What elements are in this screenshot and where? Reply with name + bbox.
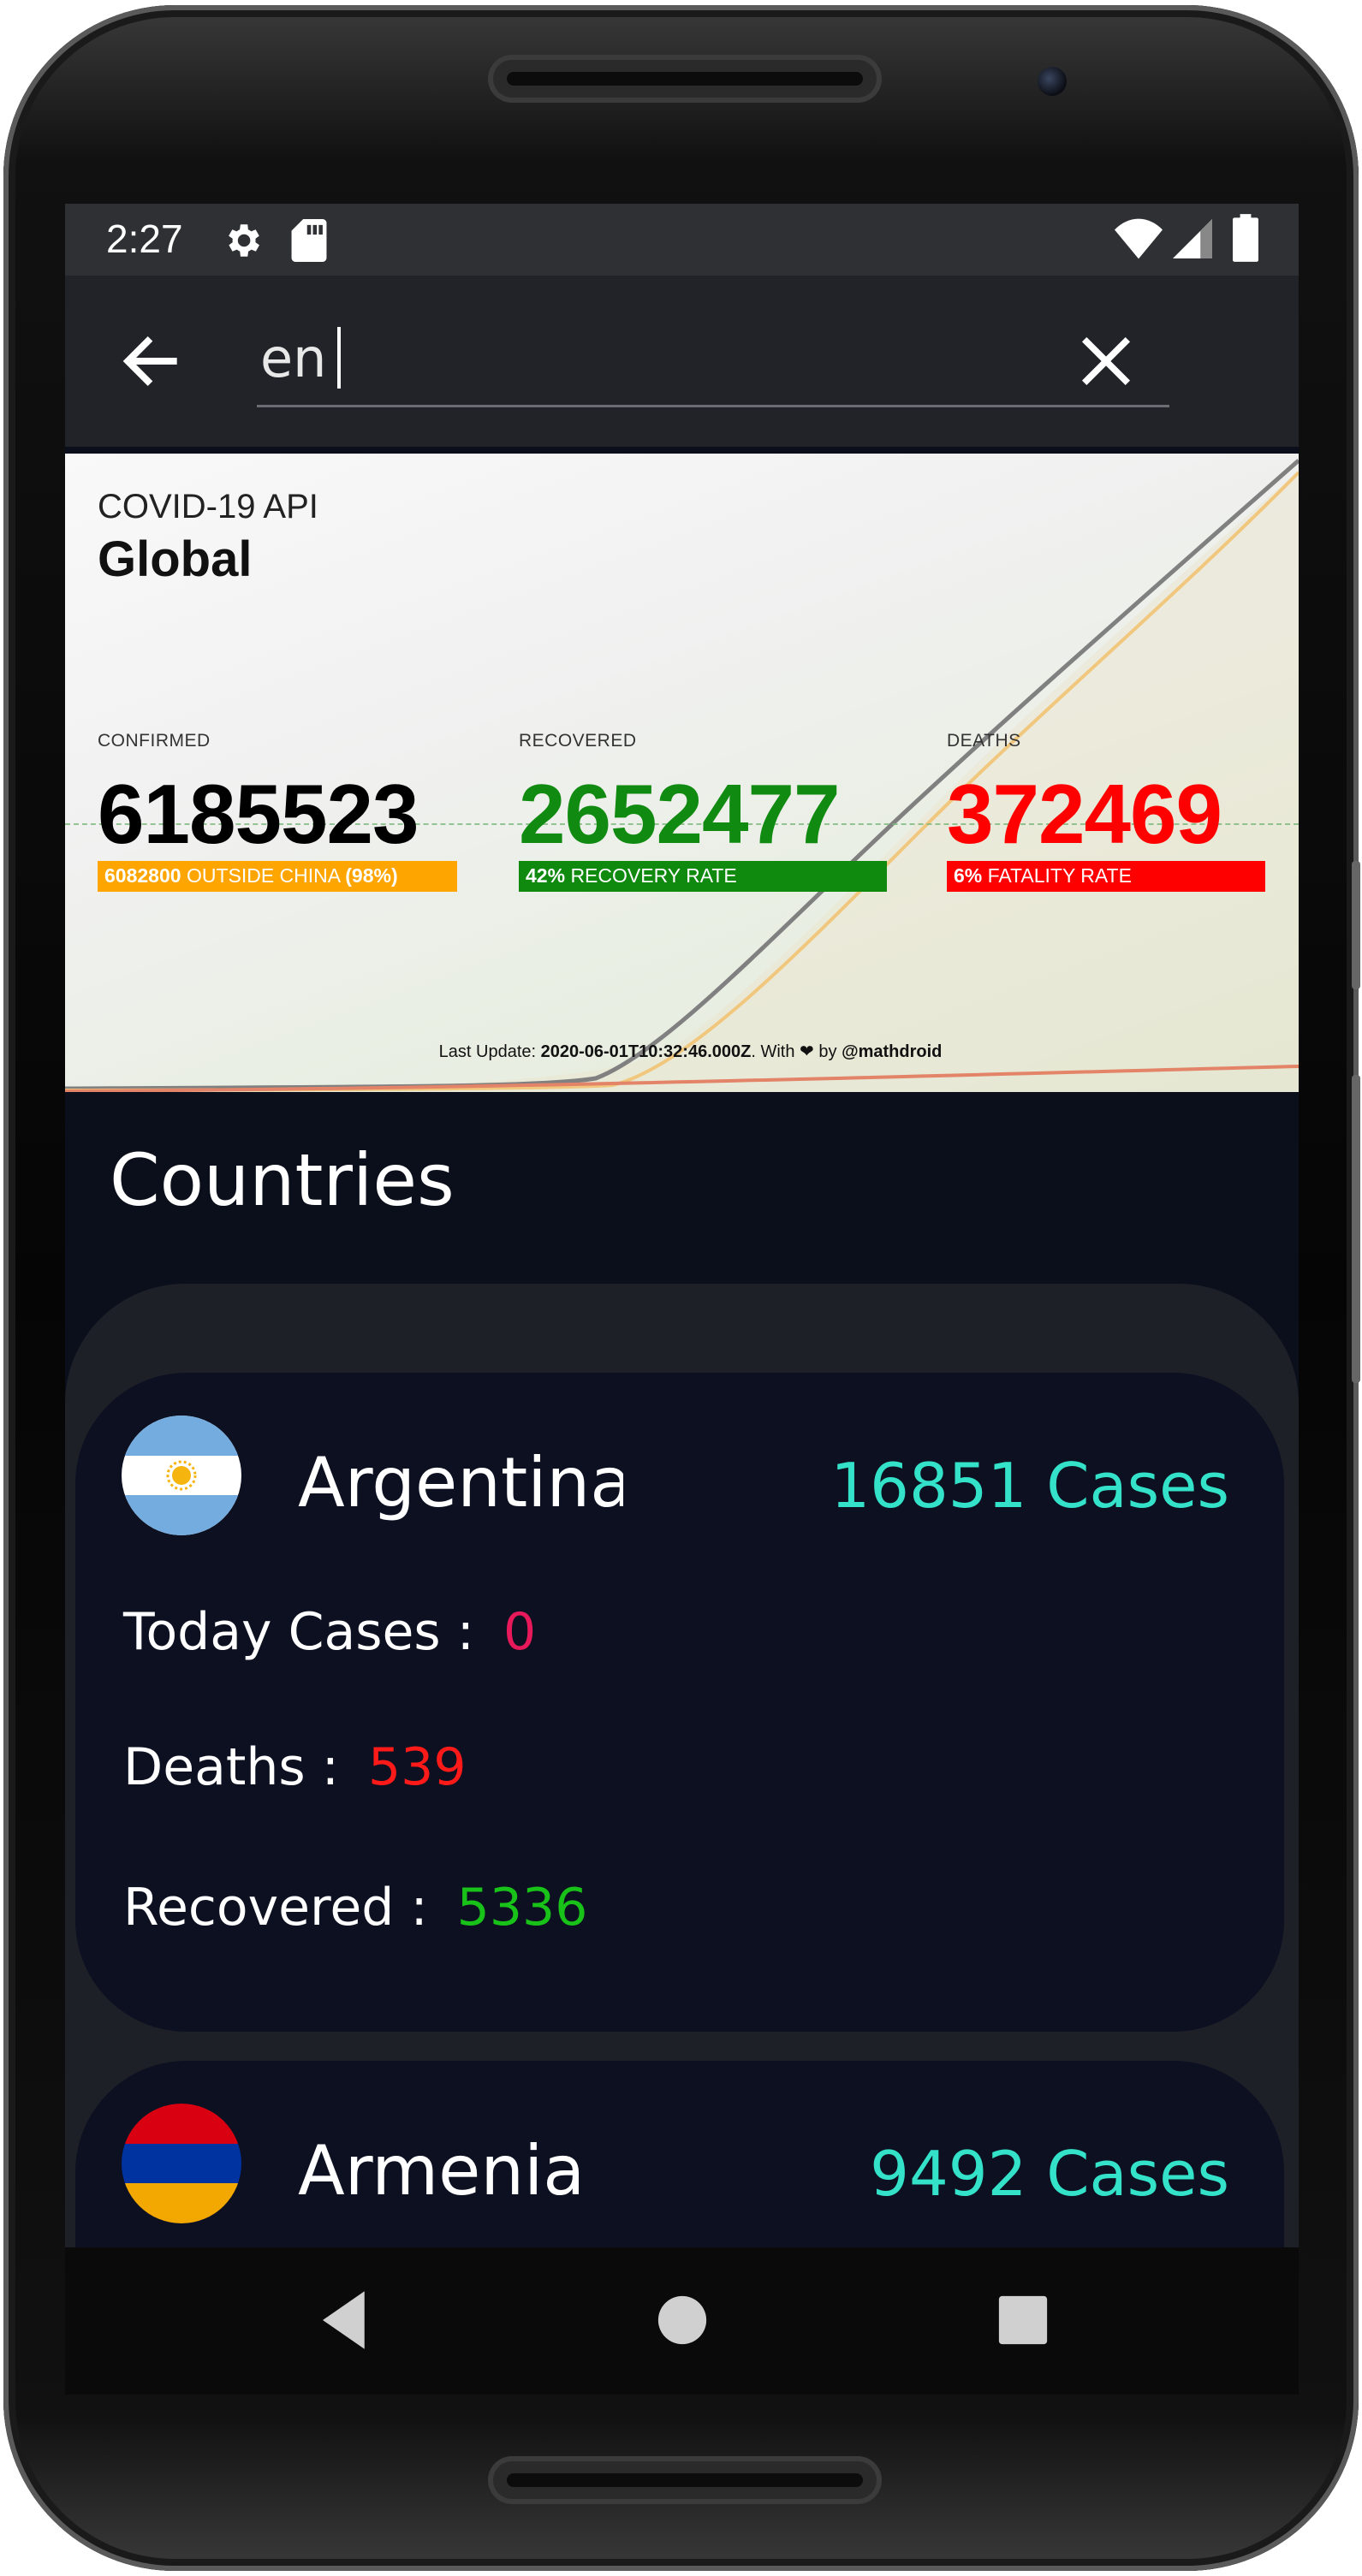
- deaths-stat: DEATHS 372469 6% FATALITY RATE: [947, 731, 1265, 892]
- confirmed-bar-number: 6082800: [104, 864, 181, 887]
- search-toolbar: [65, 276, 1299, 447]
- volume-button: [1352, 861, 1360, 989]
- country-cases: 9492 Cases: [870, 2138, 1229, 2210]
- nav-recents-icon[interactable]: [984, 2282, 1062, 2359]
- back-arrow-icon[interactable]: [116, 327, 185, 395]
- footer-author: @mathdroid: [842, 1042, 943, 1061]
- close-icon[interactable]: [1074, 329, 1139, 394]
- recovered-stat: RECOVERED 2652477 42% RECOVERY RATE: [519, 731, 887, 892]
- footer-with: . With: [751, 1042, 795, 1061]
- text-caret: [337, 327, 341, 389]
- footer-timestamp: 2020-06-01T10:32:46.000Z: [540, 1042, 752, 1061]
- deaths-label: DEATHS: [947, 731, 1021, 751]
- country-name: Armenia: [298, 2131, 586, 2211]
- status-time: 2:27: [106, 217, 183, 261]
- battery-icon: [1233, 214, 1258, 262]
- deaths-bar: 6% FATALITY RATE: [947, 861, 1265, 892]
- navigation-bar: [65, 2247, 1299, 2395]
- bottom-speaker: [488, 2456, 882, 2504]
- recovered-label: RECOVERED: [519, 731, 637, 751]
- countries-list: Argentina 16851 Cases Today Cases : 0 Dea…: [65, 1284, 1299, 2395]
- banner-subtitle: COVID-19 API: [98, 488, 318, 525]
- recovered-label: Recovered :: [123, 1878, 428, 1938]
- deaths-bar-text: FATALITY RATE: [987, 864, 1132, 887]
- confirmed-bar-pct: (98%): [345, 864, 398, 887]
- confirmed-bar-text: OUTSIDE CHINA: [186, 864, 340, 887]
- footer-prefix: Last Update:: [438, 1042, 537, 1061]
- flag-armenia-icon: [122, 2104, 241, 2223]
- power-button: [1352, 1075, 1360, 1383]
- confirmed-bar: 6082800 OUTSIDE CHINA (98%): [98, 861, 457, 892]
- front-camera: [1038, 67, 1067, 96]
- heart-icon: ❤: [800, 1042, 814, 1061]
- sd-card-icon: [291, 219, 327, 262]
- section-title: Countries: [110, 1138, 455, 1222]
- today-cases-row: Today Cases : 0: [123, 1602, 536, 1662]
- nav-back-icon[interactable]: [310, 2282, 387, 2359]
- top-speaker: [488, 55, 882, 103]
- recovered-row: Recovered : 5336: [123, 1878, 587, 1938]
- deaths-bar-number: 6%: [954, 864, 983, 887]
- confirmed-stat: CONFIRMED 6185523 6082800 OUTSIDE CHINA …: [98, 731, 457, 892]
- global-stats-banner: COVID-19 API Global CONFIRMED 6185523 60…: [65, 454, 1299, 1092]
- deaths-row: Deaths : 539: [123, 1737, 467, 1797]
- country-name: Argentina: [298, 1443, 623, 1522]
- search-underline: [257, 405, 1169, 407]
- country-cases: 16851 Cases: [830, 1450, 1229, 1522]
- today-cases-value: 0: [503, 1602, 537, 1662]
- recovered-bar-number: 42%: [526, 864, 566, 887]
- deaths-label: Deaths :: [123, 1737, 339, 1797]
- footer-by: by: [818, 1042, 837, 1061]
- confirmed-value: 6185523: [98, 767, 419, 861]
- gear-icon: [229, 224, 259, 257]
- flag-argentina-icon: [122, 1416, 241, 1535]
- confirmed-label: CONFIRMED: [98, 731, 211, 751]
- status-bar: 2:27: [65, 204, 1299, 276]
- recovered-bar: 42% RECOVERY RATE: [519, 861, 887, 892]
- nav-home-icon[interactable]: [644, 2282, 721, 2359]
- deaths-value: 539: [367, 1737, 467, 1797]
- recovered-bar-text: RECOVERY RATE: [570, 864, 737, 887]
- recovered-value: 2652477: [519, 767, 841, 861]
- banner-footer: Last Update: 2020-06-01T10:32:46.000Z. W…: [65, 1041, 1299, 1062]
- signal-icon: [1173, 219, 1212, 258]
- wifi-icon: [1115, 218, 1163, 259]
- country-card-argentina[interactable]: Argentina 16851 Cases Today Cases : 0 Dea…: [75, 1373, 1284, 2032]
- banner-title: Global: [98, 531, 253, 587]
- deaths-value: 372469: [947, 767, 1222, 861]
- search-input[interactable]: [260, 317, 1125, 399]
- device-screen: 2:27 en COVID-19 API Global CONFIRMED 61…: [65, 204, 1299, 2395]
- today-cases-label: Today Cases :: [123, 1602, 474, 1662]
- recovered-value: 5336: [456, 1878, 588, 1938]
